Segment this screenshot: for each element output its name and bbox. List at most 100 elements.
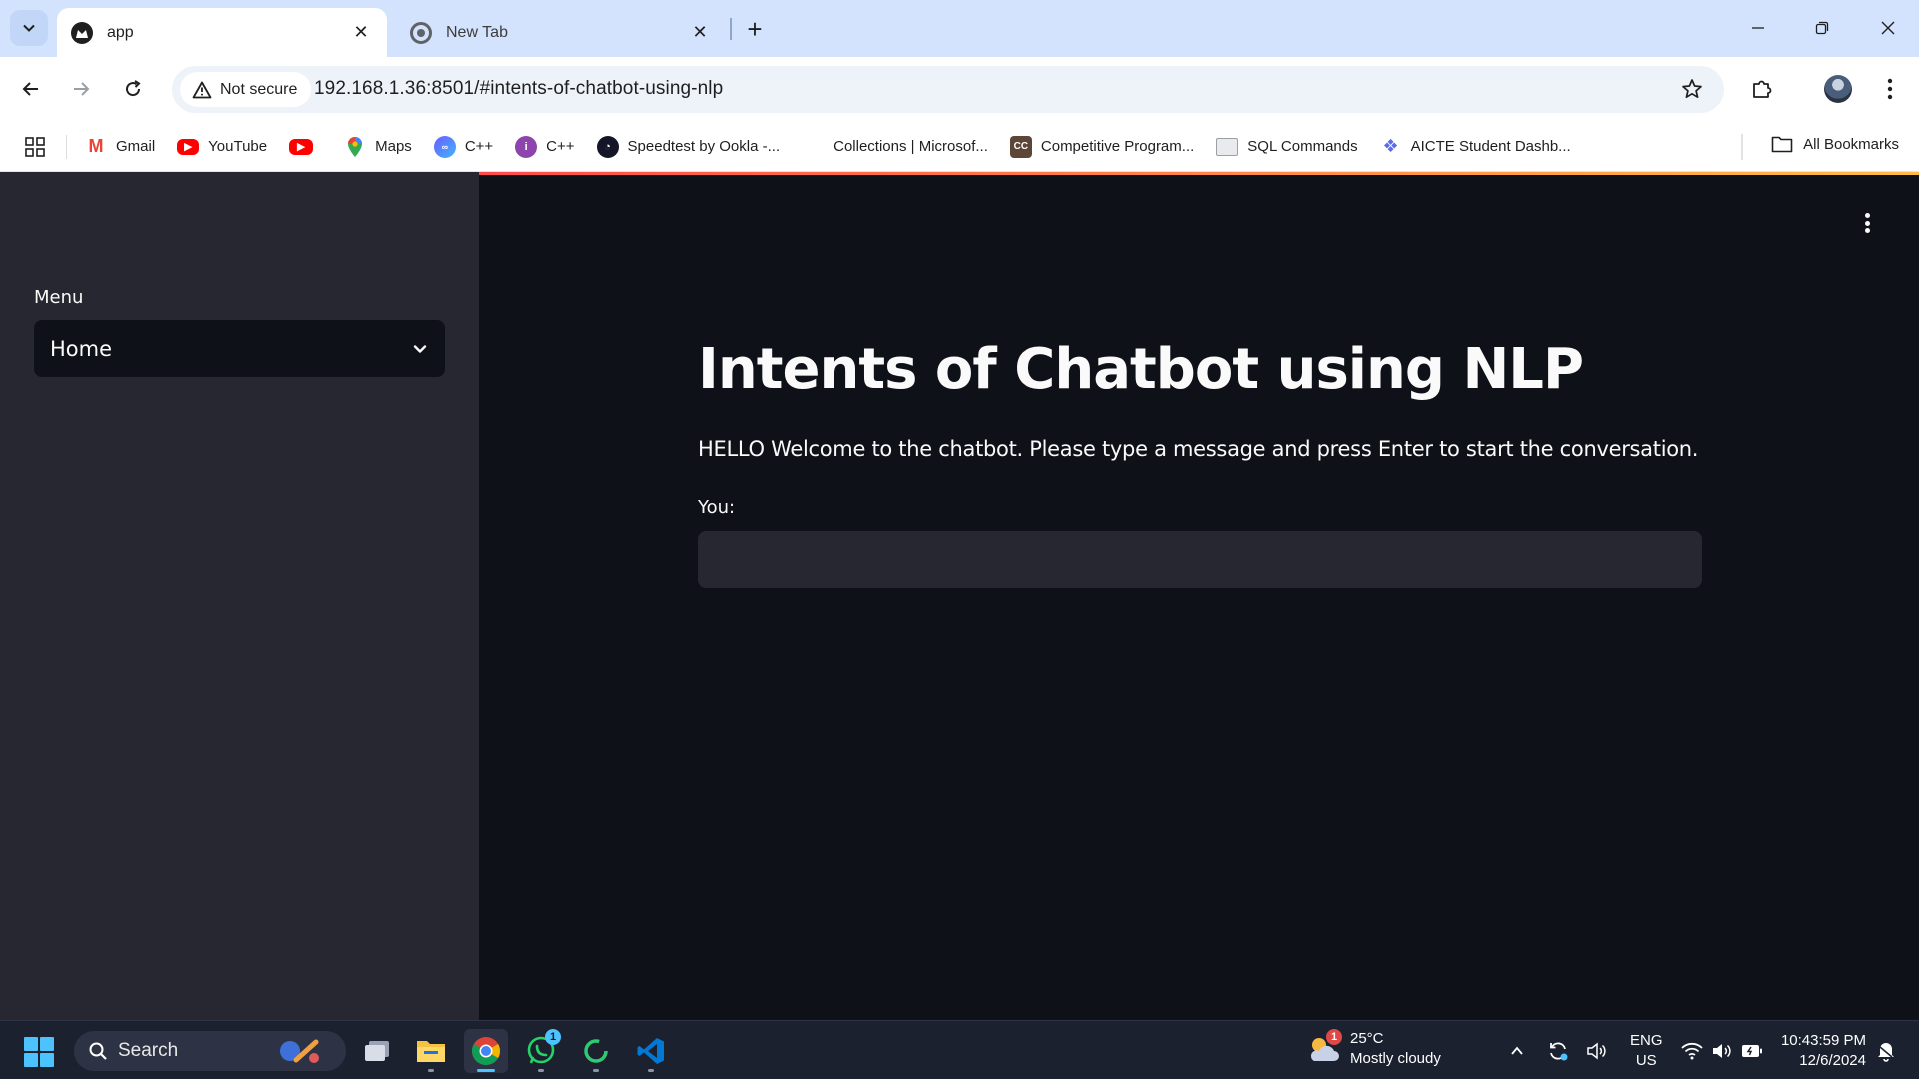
bookmark-cpp-2[interactable]: i C++ [515, 135, 575, 158]
tab-app[interactable]: app ✕ [57, 8, 387, 57]
taskbar-progress-app[interactable] [574, 1029, 618, 1073]
browser-toolbar: Not secure 192.168.1.36:8501/#intents-of… [0, 57, 1919, 122]
avatar [1824, 75, 1852, 103]
folder-icon [1771, 136, 1793, 153]
battery-status[interactable] [1740, 1039, 1764, 1063]
running-indicator [538, 1069, 544, 1072]
chat-input[interactable] [698, 531, 1702, 588]
bookmark-speedtest[interactable]: ◔ Speedtest by Ookla -... [596, 135, 781, 158]
bookmark-label: Competitive Program... [1040, 138, 1195, 155]
bookmark-aicte[interactable]: ❖ AICTE Student Dashb... [1380, 136, 1571, 158]
search-icon [89, 1042, 107, 1060]
input-language-indicator[interactable]: ENG US [1630, 1031, 1663, 1071]
close-window-button[interactable] [1868, 10, 1908, 46]
taskbar-vscode[interactable] [629, 1029, 673, 1073]
weather-widget[interactable]: 1 25°C Mostly cloudy [1306, 1029, 1441, 1069]
clock-time: 10:43:59 PM [1780, 1032, 1866, 1049]
running-indicator [477, 1069, 495, 1072]
profile-button[interactable] [1820, 71, 1856, 107]
bookmark-collections[interactable]: Collections | Microsof... [802, 136, 988, 158]
sidebar: Menu Home [0, 172, 479, 1020]
restore-button[interactable] [1802, 10, 1842, 46]
speedtest-icon: ◔ [596, 135, 619, 158]
notification-badge: 1 [545, 1029, 561, 1045]
star-icon [1682, 79, 1702, 99]
taskbar-file-explorer[interactable] [409, 1029, 453, 1073]
volume-status[interactable] [1710, 1039, 1734, 1063]
bookmark-gmail[interactable]: M Gmail [85, 135, 155, 158]
taskbar-task-view[interactable] [355, 1029, 399, 1073]
bookmark-label: Collections | Microsof... [833, 138, 988, 155]
restore-icon [1815, 21, 1829, 35]
kebab-dot [1864, 228, 1870, 233]
menu-select[interactable]: Home [34, 320, 445, 377]
speaker-icon [1587, 1042, 1606, 1060]
bookmark-youtube-2[interactable]: ▶ [289, 138, 322, 155]
youtube-icon: ▶ [177, 138, 200, 155]
back-button[interactable] [13, 71, 49, 107]
search-placeholder: Search [118, 1040, 179, 1061]
apps-grid-icon [25, 136, 45, 157]
close-tab-icon[interactable]: ✕ [688, 21, 712, 45]
speaker-tray-button[interactable] [1585, 1039, 1609, 1063]
tab-title: New Tab [446, 23, 508, 41]
bookmark-star-button[interactable] [1678, 75, 1706, 103]
minimize-button[interactable] [1738, 10, 1778, 46]
cpp-icon: ∞ [433, 135, 456, 158]
chrome-icon [410, 21, 432, 44]
taskbar-chrome[interactable] [464, 1029, 508, 1073]
forward-button[interactable] [63, 71, 99, 107]
running-indicator [593, 1069, 599, 1072]
bookmark-label: Speedtest by Ookla -... [627, 138, 781, 155]
bookmark-sql-commands[interactable]: SQL Commands [1216, 137, 1358, 156]
bookmark-maps[interactable]: Maps [344, 136, 412, 158]
tab-search-button[interactable] [10, 10, 48, 46]
tab-new-tab[interactable]: New Tab ✕ [396, 8, 726, 57]
chevron-up-icon [1511, 1046, 1523, 1055]
chevron-down-icon [23, 24, 35, 32]
wifi-status[interactable] [1680, 1039, 1704, 1063]
volume-icon [1713, 1044, 1731, 1058]
extensions-button[interactable] [1744, 71, 1780, 107]
start-button[interactable] [24, 1037, 54, 1067]
new-tab-button[interactable]: + [740, 14, 770, 44]
sql-icon [1216, 137, 1239, 156]
browser-menu-button[interactable] [1872, 71, 1908, 107]
close-tab-icon[interactable]: ✕ [349, 21, 373, 45]
wifi-icon [1681, 1042, 1703, 1060]
address-bar[interactable]: Not secure 192.168.1.36:8501/#intents-of… [172, 66, 1724, 113]
loading-ring-icon [584, 1039, 608, 1063]
bookmark-label: Maps [375, 138, 412, 155]
bookmark-youtube[interactable]: ▶ YouTube [177, 138, 267, 155]
notifications-button[interactable] [1874, 1039, 1898, 1063]
sync-icon [1550, 1042, 1568, 1061]
bookmarks-bar: M Gmail ▶ YouTube ▶ Maps ∞ C++ i C++ ◔ S… [0, 122, 1919, 172]
reload-button[interactable] [115, 71, 151, 107]
bookmark-competitive-programming[interactable]: CC Competitive Program... [1009, 135, 1195, 158]
arrow-right-icon [74, 82, 90, 96]
system-clock[interactable]: 10:43:59 PM 12/6/2024 [1770, 1031, 1866, 1071]
apps-button[interactable] [24, 136, 46, 158]
app-menu-button[interactable] [1855, 211, 1879, 235]
chat-input-label: You: [698, 497, 736, 518]
show-hidden-icons-button[interactable] [1505, 1039, 1529, 1063]
warning-icon [192, 81, 212, 98]
battery-charging-icon [1742, 1045, 1762, 1057]
taskbar-search[interactable]: Search [74, 1031, 346, 1071]
reload-icon [126, 80, 141, 97]
url-text[interactable]: 192.168.1.36:8501/#intents-of-chatbot-us… [314, 78, 723, 100]
bookmark-label: YouTube [208, 138, 268, 155]
running-indicator [428, 1069, 434, 1072]
minimize-icon [1752, 27, 1764, 29]
menu-label: Menu [34, 287, 84, 308]
security-label: Not secure [220, 80, 298, 98]
maps-pin-icon [344, 136, 366, 158]
bookmark-cpp-1[interactable]: ∞ C++ [433, 135, 493, 158]
arrow-left-icon [22, 82, 38, 96]
security-chip[interactable]: Not secure [180, 72, 312, 107]
sync-tray-button[interactable] [1546, 1039, 1570, 1063]
bookmark-label: AICTE Student Dashb... [1410, 138, 1571, 155]
taskbar-whatsapp[interactable]: 1 [519, 1029, 563, 1073]
task-view-icon [365, 1041, 389, 1061]
all-bookmarks-button[interactable]: All Bookmarks [1771, 135, 1899, 153]
